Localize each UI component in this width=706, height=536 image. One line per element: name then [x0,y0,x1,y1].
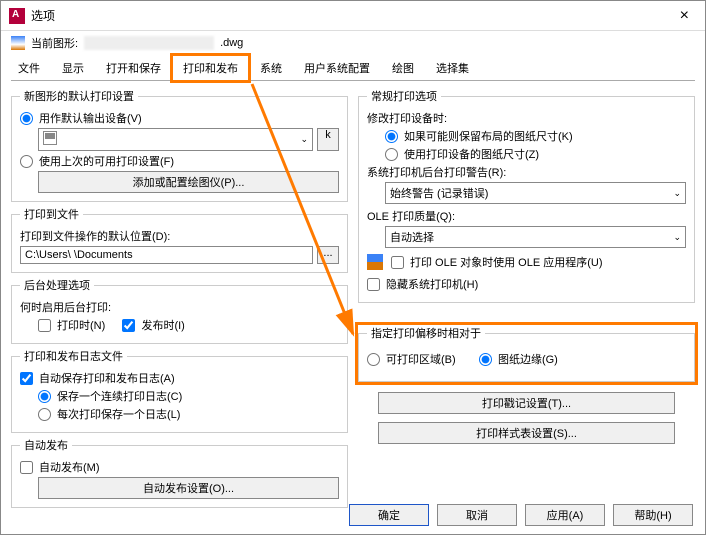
tab-user-prefs[interactable]: 用户系统配置 [293,55,381,81]
check-auto-save-log[interactable] [20,372,33,385]
check-use-ole-app[interactable] [391,256,404,269]
plot-file-path[interactable]: C:\Users\ \Documents [20,246,313,264]
chevron-down-icon: ⌄ [673,188,681,199]
current-drawing-ext: .dwg [220,37,243,49]
tab-file[interactable]: 文件 [7,55,51,81]
printer-icon [43,131,57,145]
window-title: 选项 [31,7,672,24]
radio-printable-area[interactable] [367,353,380,366]
tab-display[interactable]: 显示 [51,55,95,81]
tab-drafting[interactable]: 绘图 [381,55,425,81]
group-default-plot: 新图形的默认打印设置 用作默认输出设备(V) ⌄ k 使用上次的可用打印设置(F… [11,88,348,202]
group-plot-to-file: 打印到文件 打印到文件操作的默认位置(D): C:\Users\ \Docume… [11,206,348,273]
group-auto-publish: 自动发布 自动发布(M) 自动发布设置(O)... [11,437,348,508]
device-browse-button[interactable]: k [317,128,339,151]
tab-print-publish[interactable]: 打印和发布 [172,55,249,81]
chevron-down-icon: ⌄ [300,134,308,145]
cancel-button[interactable]: 取消 [437,504,517,526]
check-publish-bg[interactable] [122,319,135,332]
default-device-dropdown[interactable]: ⌄ [38,128,313,151]
current-drawing-name [84,36,214,50]
add-plotter-button[interactable]: 添加或配置绘图仪(P)... [38,171,339,193]
group-plot-offset: 指定打印偏移时相对于 可打印区域(B) 图纸边缘(G) [358,325,695,382]
radio-use-device-size[interactable] [385,148,398,161]
spool-alert-dropdown[interactable]: 始终警告 (记录错误)⌄ [385,182,686,204]
radio-last-settings[interactable] [20,155,33,168]
ole-icon [367,254,383,270]
tab-selection[interactable]: 选择集 [425,55,480,81]
group-general-plot: 常规打印选项 修改打印设备时: 如果可能则保留布局的图纸尺寸(K) 使用打印设备… [358,88,695,303]
path-browse-button[interactable]: ... [317,246,339,264]
tab-system[interactable]: 系统 [249,55,293,81]
app-icon [9,8,25,24]
group-plot-log: 打印和发布日志文件 自动保存打印和发布日志(A) 保存一个连续打印日志(C) 每… [11,348,348,433]
apply-button[interactable]: 应用(A) [525,504,605,526]
radio-one-log[interactable] [38,390,51,403]
auto-publish-settings-button[interactable]: 自动发布设置(O)... [38,477,339,499]
group-background: 后台处理选项 何时启用后台打印: 打印时(N) 发布时(I) [11,277,348,344]
plot-style-table-settings-button[interactable]: 打印样式表设置(S)... [378,422,675,444]
radio-per-plot-log[interactable] [38,408,51,421]
ole-quality-dropdown[interactable]: 自动选择⌄ [385,226,686,248]
chevron-down-icon: ⌄ [673,232,681,243]
plot-stamp-settings-button[interactable]: 打印戳记设置(T)... [378,392,675,414]
radio-keep-layout-size[interactable] [385,130,398,143]
current-drawing-label: 当前图形: [31,35,78,51]
close-icon[interactable]: × [672,7,697,25]
check-plot-bg[interactable] [38,319,51,332]
tab-bar: 文件 显示 打开和保存 打印和发布 系统 用户系统配置 绘图 选择集 [1,55,705,82]
check-hide-sys-printers[interactable] [367,278,380,291]
help-button[interactable]: 帮助(H) [613,504,693,526]
ok-button[interactable]: 确定 [349,504,429,526]
dialog-footer: 确定 取消 应用(A) 帮助(H) [349,504,693,526]
drawing-icon [11,36,25,50]
tab-open-save[interactable]: 打开和保存 [95,55,172,81]
radio-default-device[interactable] [20,112,33,125]
radio-paper-edge[interactable] [479,353,492,366]
check-auto-publish[interactable] [20,461,33,474]
